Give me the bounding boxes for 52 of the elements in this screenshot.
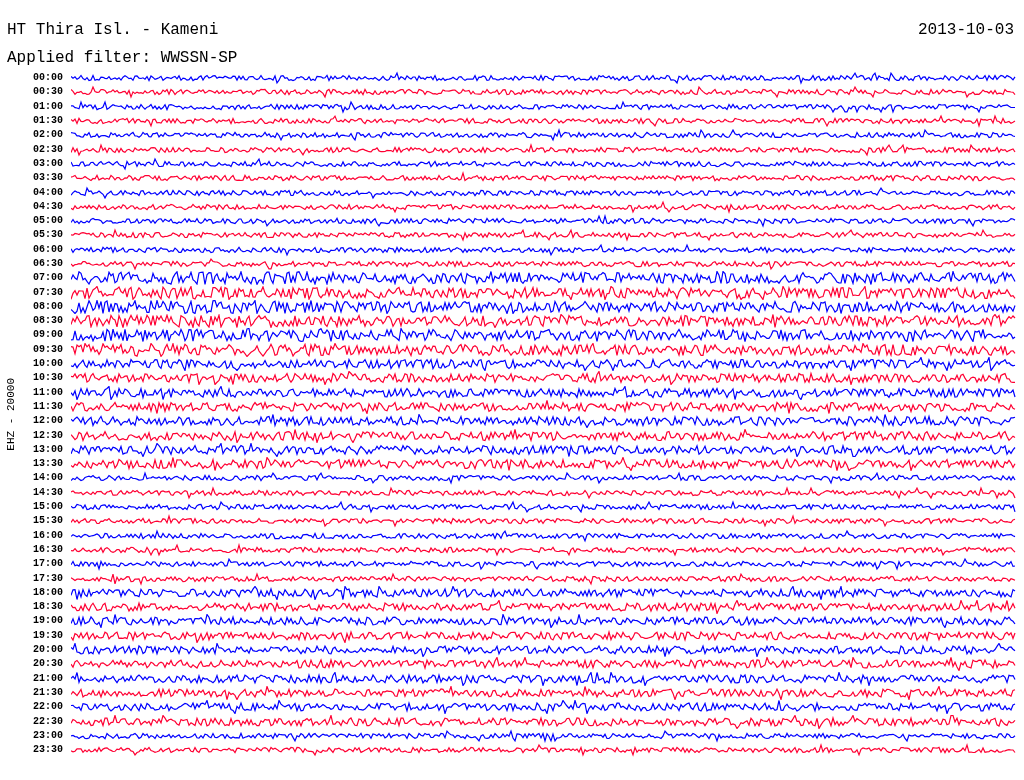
time-label: 11:30 bbox=[32, 400, 64, 413]
time-label: 21:00 bbox=[32, 672, 64, 685]
time-label: 09:00 bbox=[32, 329, 64, 342]
date-label: 2013-10-03 bbox=[918, 20, 1014, 40]
time-label: 23:30 bbox=[32, 744, 64, 757]
time-label: 12:00 bbox=[32, 415, 64, 428]
time-label: 05:00 bbox=[32, 215, 64, 228]
station-title: HT Thira Isl. - Kameni bbox=[7, 20, 219, 40]
channel-label: EHZ - 20000 bbox=[5, 377, 17, 451]
time-label: 08:00 bbox=[32, 300, 64, 313]
time-label: 17:30 bbox=[32, 572, 64, 585]
time-label: 15:00 bbox=[32, 501, 64, 514]
time-label: 09:30 bbox=[32, 343, 64, 356]
time-label: 05:30 bbox=[32, 229, 64, 242]
filter-label: Applied filter: WWSSN-SP bbox=[7, 48, 238, 68]
time-label: 21:30 bbox=[32, 686, 64, 699]
time-label: 12:30 bbox=[32, 429, 64, 442]
time-label: 01:00 bbox=[32, 100, 64, 113]
time-label: 02:30 bbox=[32, 143, 64, 156]
time-label: 11:00 bbox=[32, 386, 64, 399]
time-label: 23:00 bbox=[32, 729, 64, 742]
time-label: 19:00 bbox=[32, 615, 64, 628]
time-label: 16:30 bbox=[32, 543, 64, 556]
time-label: 14:30 bbox=[32, 486, 64, 499]
time-label: 03:30 bbox=[32, 172, 64, 185]
time-label: 10:00 bbox=[32, 358, 64, 371]
time-label: 04:00 bbox=[32, 186, 64, 199]
time-label: 17:00 bbox=[32, 558, 64, 571]
time-label: 22:00 bbox=[32, 701, 64, 714]
time-label: 16:00 bbox=[32, 529, 64, 542]
time-label: 06:30 bbox=[32, 258, 64, 270]
time-label: 04:30 bbox=[32, 200, 64, 213]
time-label: 20:00 bbox=[32, 644, 64, 656]
time-label: 18:00 bbox=[32, 586, 64, 599]
time-label: 01:30 bbox=[32, 115, 64, 128]
time-label: 07:00 bbox=[32, 272, 64, 285]
time-label: 18:30 bbox=[32, 601, 64, 614]
time-label: 13:00 bbox=[32, 443, 64, 456]
time-label: 08:30 bbox=[32, 315, 64, 328]
time-label: 15:30 bbox=[32, 515, 64, 528]
time-label: 13:30 bbox=[32, 458, 64, 471]
time-label: 22:30 bbox=[32, 715, 64, 728]
time-label: 20:30 bbox=[32, 658, 64, 671]
time-label: 00:00 bbox=[32, 72, 64, 85]
time-label: 07:30 bbox=[32, 286, 64, 299]
time-label: 00:30 bbox=[32, 86, 64, 99]
time-label: 02:00 bbox=[32, 129, 64, 142]
time-label: 06:00 bbox=[32, 243, 64, 256]
time-label: 10:30 bbox=[32, 372, 64, 385]
time-label: 19:30 bbox=[32, 629, 64, 642]
time-label: 14:00 bbox=[32, 472, 64, 485]
time-label: 03:00 bbox=[32, 157, 64, 170]
